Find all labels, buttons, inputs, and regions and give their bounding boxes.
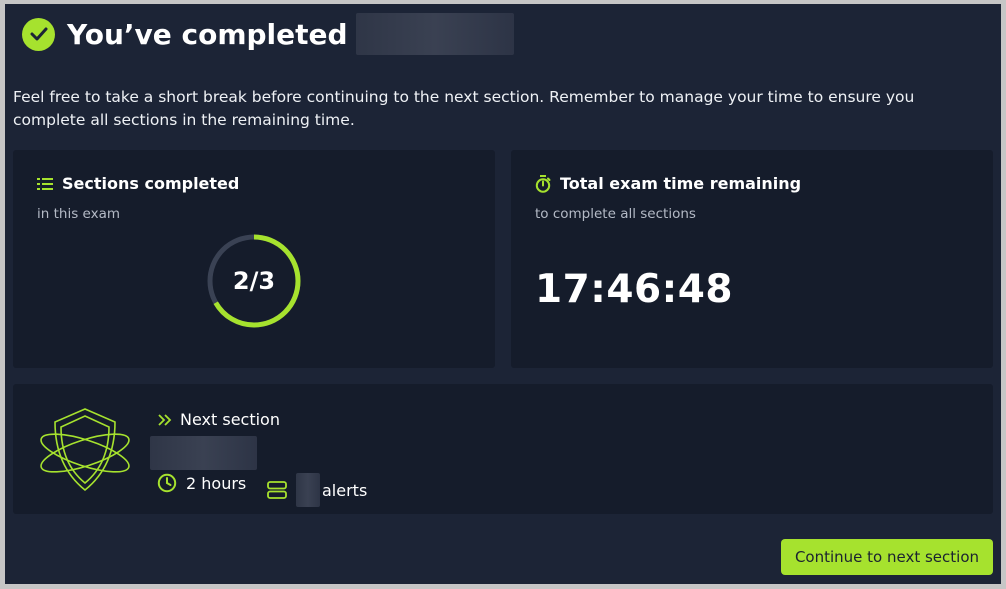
- redacted-alert-count: [296, 473, 320, 507]
- time-card-title: Total exam time remaining: [535, 174, 801, 193]
- time-remaining-value: 17:46:48: [535, 267, 734, 312]
- next-section-card: Next section 2 hours alerts: [13, 384, 993, 514]
- next-section-label-text: Next section: [180, 410, 280, 429]
- stopwatch-icon: [535, 174, 551, 193]
- next-section-label: Next section: [158, 410, 280, 429]
- section-duration: 2 hours: [157, 473, 246, 493]
- section-duration-text: 2 hours: [186, 473, 247, 493]
- continue-button[interactable]: Continue to next section: [781, 539, 993, 575]
- section-alerts-text: alerts: [322, 480, 368, 500]
- sections-card-subtitle: in this exam: [37, 206, 121, 222]
- time-card-title-text: Total exam time remaining: [560, 174, 802, 193]
- double-chevron-right-icon: [158, 413, 172, 426]
- page-title: You’ve completed: [67, 17, 348, 51]
- intro-text: Feel free to take a short break before c…: [13, 88, 915, 129]
- section-alerts: alerts: [267, 473, 367, 507]
- time-card-subtitle: to complete all sections: [535, 206, 696, 222]
- progress-label: 2/3: [232, 267, 276, 295]
- list-icon: [37, 177, 53, 191]
- redacted-section-name: [150, 436, 257, 470]
- sections-card-title: Sections completed: [37, 174, 239, 193]
- sections-card-title-text: Sections completed: [62, 174, 240, 193]
- redacted-exam-name: [355, 13, 514, 55]
- page-header: You’ve completed: [22, 13, 514, 55]
- clock-icon: [157, 473, 177, 493]
- server-stack-icon: [267, 480, 287, 500]
- shield-orbit-icon: [40, 408, 130, 492]
- check-circle-icon: [22, 17, 55, 51]
- time-remaining-card: Total exam time remaining to complete al…: [511, 150, 993, 368]
- sections-completed-card: Sections completed in this exam 2/3: [13, 150, 495, 368]
